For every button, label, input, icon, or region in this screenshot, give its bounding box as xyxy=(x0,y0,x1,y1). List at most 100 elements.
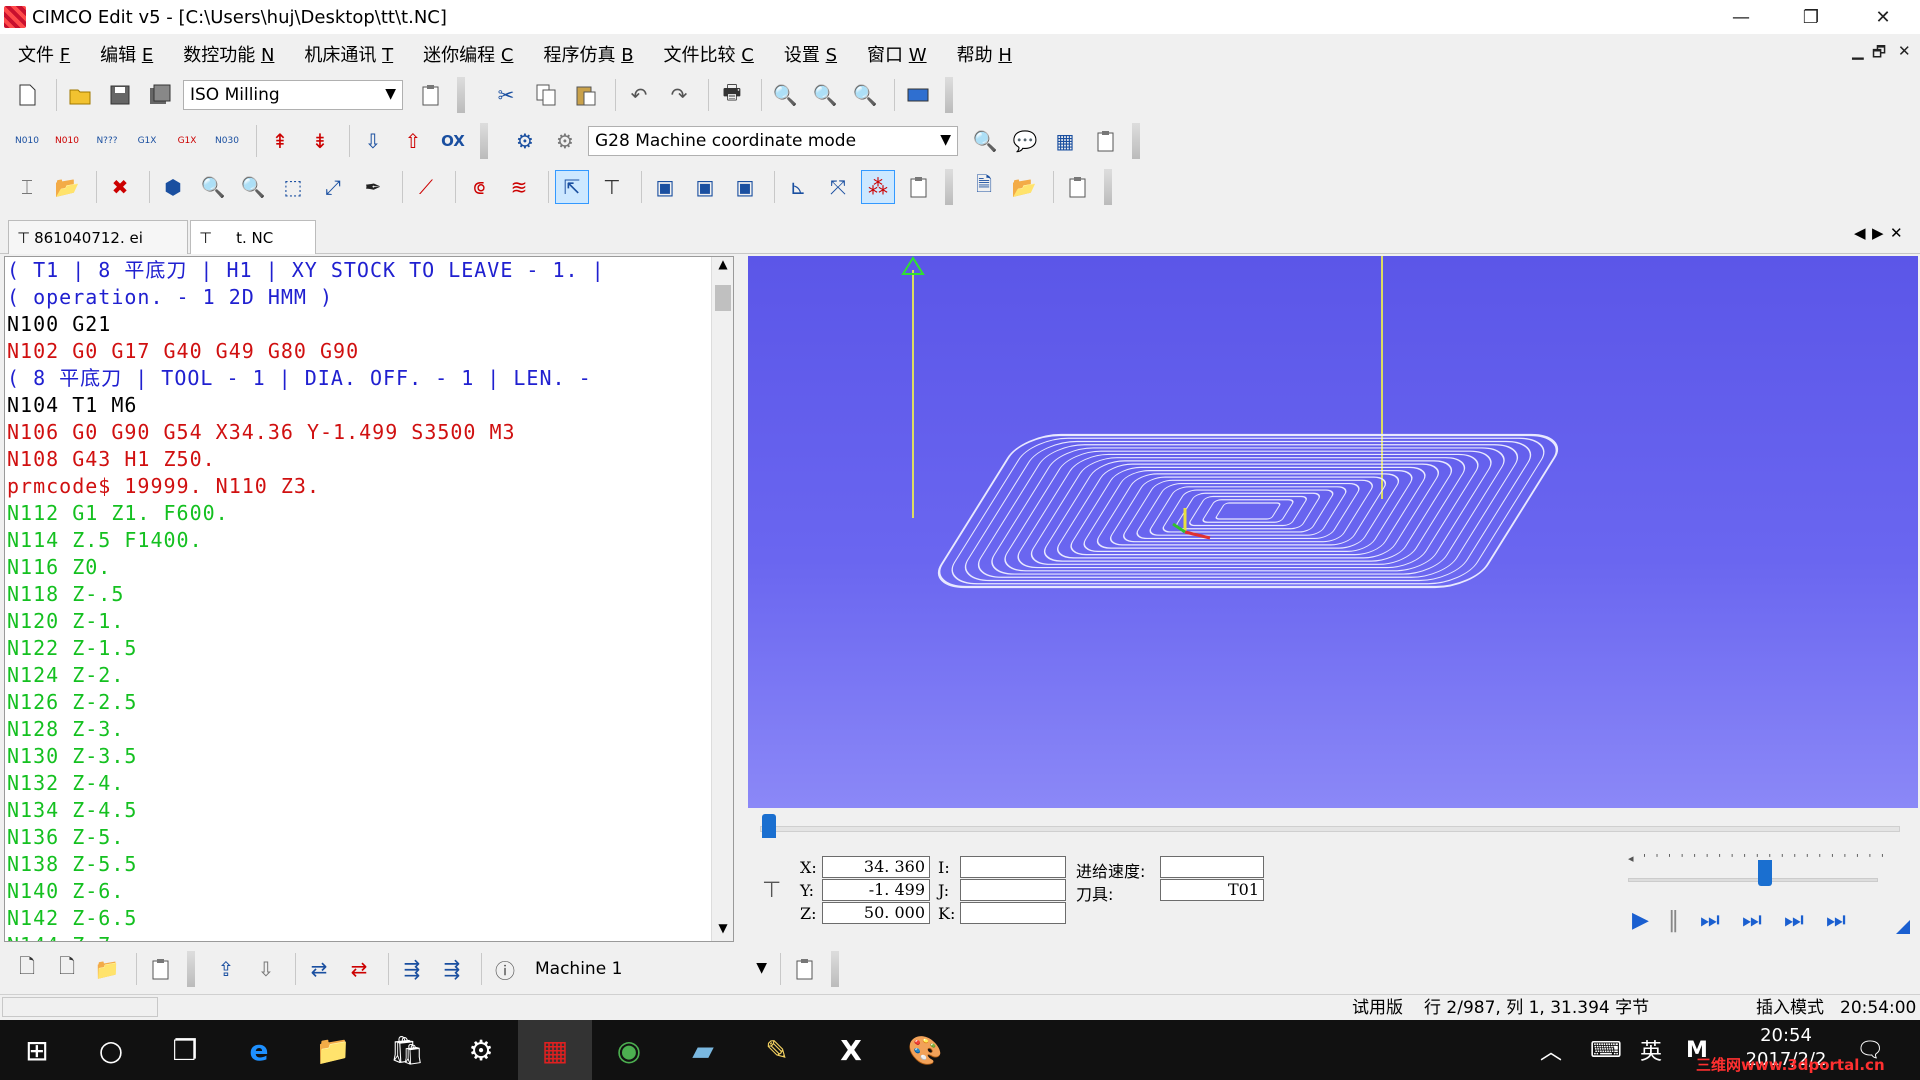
machine-receive-icon[interactable]: ⇶ xyxy=(435,952,469,986)
simulation-speed-handle[interactable] xyxy=(1758,860,1772,886)
undo-icon[interactable]: ↶ xyxy=(622,78,656,112)
move-up-icon[interactable]: ⇧ xyxy=(396,124,430,158)
x-app-icon[interactable]: X xyxy=(814,1020,888,1080)
select-toolpath-icon[interactable]: ⇱ xyxy=(555,170,589,204)
cut-icon[interactable]: ✂ xyxy=(489,78,523,112)
file-explorer-icon[interactable]: 📁 xyxy=(296,1020,370,1080)
tool-icon[interactable]: ⌶ xyxy=(10,170,44,204)
code-line[interactable]: N120 Z-1. xyxy=(5,608,733,635)
resize-grip-icon[interactable] xyxy=(1896,920,1910,934)
code-line[interactable]: N126 Z-2.5 xyxy=(5,689,733,716)
code-line[interactable]: N136 Z-5. xyxy=(5,824,733,851)
nc-code-editor[interactable]: ( T1 | 8 平底刀 | H1 | XY STOCK TO LEAVE - … xyxy=(4,256,734,942)
machine-select[interactable]: Machine 1 ▼ xyxy=(528,954,774,984)
tab-scroll-left-icon[interactable]: ◀ xyxy=(1854,224,1866,242)
code-line[interactable]: N114 Z.5 F1400. xyxy=(5,527,733,554)
view-front-icon[interactable]: ▣ xyxy=(648,170,682,204)
code-line[interactable]: N108 G43 H1 Z50. xyxy=(5,446,733,473)
zoom-out-icon[interactable]: 🔍 xyxy=(236,170,270,204)
tab-t-nc[interactable]: ⊤ t. NC xyxy=(190,220,316,254)
keyboard-icon[interactable]: ⌨ xyxy=(1590,1020,1622,1080)
delete-backplot-icon[interactable]: ✖ xyxy=(103,170,137,204)
layout-grid-icon[interactable]: ▦ xyxy=(1048,124,1082,158)
document-icon[interactable]: 🗎 xyxy=(967,170,1001,204)
code-line[interactable]: N130 Z-3.5 xyxy=(5,743,733,770)
zoom-in-icon[interactable]: 🔍 xyxy=(196,170,230,204)
insert-line-icon[interactable]: ⇞ xyxy=(263,124,297,158)
step-end-icon[interactable]: ⏭ xyxy=(1826,908,1846,933)
tooltip-icon[interactable]: 💬 xyxy=(1008,124,1042,158)
code-line[interactable]: N118 Z-.5 xyxy=(5,581,733,608)
vertical-scrollbar[interactable]: ▲ ▼ xyxy=(711,257,733,941)
simulation-speed-track[interactable] xyxy=(1628,878,1878,882)
menu-mini-programming[interactable]: 迷你编程 C xyxy=(419,39,517,69)
toolpath-style-icon[interactable]: ≋ xyxy=(502,170,536,204)
simulation-progress-track[interactable] xyxy=(760,826,1900,832)
close-button[interactable]: ✕ xyxy=(1848,0,1918,34)
machine-type-select[interactable]: ISO Milling ▼ xyxy=(183,80,403,110)
edge-browser-icon[interactable]: e xyxy=(222,1020,296,1080)
send-file-icon[interactable]: 🗋 xyxy=(10,952,44,986)
code-line[interactable]: N134 Z-4.5 xyxy=(5,797,733,824)
replace-icon[interactable]: 🔍 xyxy=(848,78,882,112)
ime-indicator[interactable]: 英 xyxy=(1640,1020,1662,1080)
dnc-send-icon[interactable]: ⇄ xyxy=(302,952,336,986)
pause-icon[interactable]: ‖ xyxy=(1668,908,1679,933)
remove-spaces-icon[interactable]: G1X xyxy=(170,124,204,158)
ox-toggle-icon[interactable]: OX xyxy=(436,124,470,158)
code-line[interactable]: N104 T1 M6 xyxy=(5,392,733,419)
tab-close-icon[interactable]: ✕ xyxy=(1890,224,1903,242)
code-line[interactable]: ( 8 平底刀 | TOOL - 1 | DIA. OFF. - 1 | LEN… xyxy=(5,365,733,392)
remove-block-numbers-icon[interactable]: N010 xyxy=(50,124,84,158)
task-view-icon[interactable]: ❐ xyxy=(148,1020,222,1080)
notebook-app-icon[interactable]: ▰ xyxy=(666,1020,740,1080)
code-line[interactable]: ( T1 | 8 平底刀 | H1 | XY STOCK TO LEAVE - … xyxy=(5,257,733,284)
open-folder-icon[interactable]: 📁 xyxy=(90,952,124,986)
clipboard-settings-icon[interactable] xyxy=(787,952,821,986)
clipboard-settings-icon[interactable] xyxy=(413,78,447,112)
toolbar-grip[interactable] xyxy=(457,77,465,113)
code-line[interactable]: N102 G0 G17 G40 G49 G80 G90 xyxy=(5,338,733,365)
solid-view-icon[interactable]: ⬢ xyxy=(156,170,190,204)
play-icon[interactable]: ▶ xyxy=(1632,908,1649,933)
settings-gear-icon[interactable]: ⚙ xyxy=(444,1020,518,1080)
menu-simulation[interactable]: 程序仿真 B xyxy=(539,39,637,69)
chrome-icon[interactable]: ◉ xyxy=(592,1020,666,1080)
code-line[interactable]: N124 Z-2. xyxy=(5,662,733,689)
cimco-app-icon[interactable] xyxy=(4,6,26,28)
gear-icon[interactable]: ⚙ xyxy=(548,124,582,158)
code-line[interactable]: N106 G0 G90 G54 X34.36 Y-1.499 S3500 M3 xyxy=(5,419,733,446)
note-app-icon[interactable]: ✎ xyxy=(740,1020,814,1080)
toolbar-grip[interactable] xyxy=(945,169,953,205)
paint-app-icon[interactable]: 🎨 xyxy=(888,1020,962,1080)
coordinate-system-icon[interactable]: ⤧ xyxy=(821,170,855,204)
scrollbar-thumb[interactable] xyxy=(715,285,731,311)
code-line[interactable]: ( operation. - 1 2D HMM ) xyxy=(5,284,733,311)
code-line[interactable]: N142 Z-6.5 xyxy=(5,905,733,932)
toolbar-grip[interactable] xyxy=(1132,123,1140,159)
code-line[interactable]: N128 Z-3. xyxy=(5,716,733,743)
measure-icon[interactable]: ⟋ xyxy=(409,170,443,204)
menu-help[interactable]: 帮助 H xyxy=(953,39,1016,69)
remove-line-icon[interactable]: ⇟ xyxy=(303,124,337,158)
insert-spaces-icon[interactable]: G1X xyxy=(130,124,164,158)
tray-expand-icon[interactable]: ︿ xyxy=(1540,1020,1562,1080)
coordinate-mode-select[interactable]: G28 Machine coordinate mode ▼ xyxy=(588,126,958,156)
menu-nc-functions[interactable]: 数控功能 N xyxy=(179,39,278,69)
code-line[interactable]: N132 Z-4. xyxy=(5,770,733,797)
code-line[interactable]: N122 Z-1.5 xyxy=(5,635,733,662)
clipboard-settings-icon[interactable] xyxy=(901,170,935,204)
insert-block-numbers-icon[interactable]: N010 xyxy=(10,124,44,158)
tab-scroll-right-icon[interactable]: ▶ xyxy=(1872,224,1884,242)
view-top-icon[interactable]: ▣ xyxy=(728,170,762,204)
scroll-down-icon[interactable]: ▼ xyxy=(712,921,733,941)
mdi-restore-button[interactable]: 🗗 xyxy=(1872,42,1886,67)
paste-icon[interactable] xyxy=(569,78,603,112)
menu-file[interactable]: 文件 F xyxy=(14,39,74,69)
tool-holder-icon[interactable]: ⊤ xyxy=(595,170,629,204)
zoom-fit-icon[interactable]: ⤢ xyxy=(316,170,350,204)
toolbar-grip[interactable] xyxy=(1104,169,1112,205)
clipboard-settings-icon[interactable] xyxy=(1088,124,1122,158)
move-down-icon[interactable]: ⇩ xyxy=(356,124,390,158)
toolbar-grip[interactable] xyxy=(831,951,839,987)
